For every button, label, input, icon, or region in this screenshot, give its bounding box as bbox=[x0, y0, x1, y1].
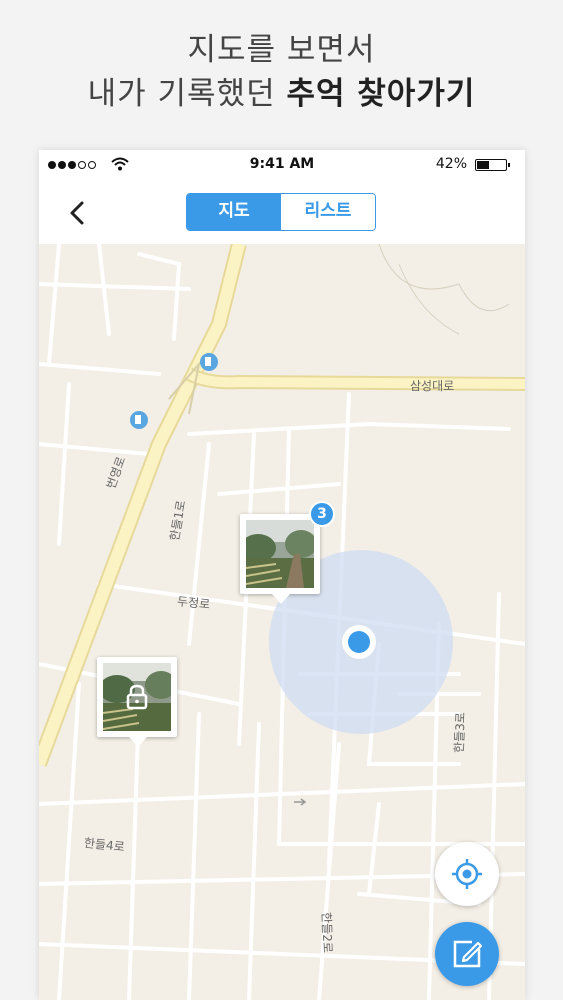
my-location-button[interactable] bbox=[435, 842, 499, 906]
promo-headline: 지도를 보면서 내가 기록했던 추억 찾아가기 bbox=[0, 28, 563, 116]
memory-pin[interactable]: 3 bbox=[240, 501, 335, 604]
nav-bar: 지도 리스트 bbox=[39, 180, 525, 244]
headline-line2-prefix: 내가 기록했던 bbox=[87, 76, 287, 112]
gas-station-icon bbox=[200, 353, 218, 371]
tab-map[interactable]: 지도 bbox=[187, 194, 281, 230]
write-memory-button[interactable] bbox=[435, 922, 499, 986]
road-label-samseong: 삼성대로 bbox=[410, 379, 455, 393]
headline-line2-bold: 추억 찾아가기 bbox=[286, 76, 476, 112]
status-bar: 9:41 AM 42% bbox=[39, 150, 525, 180]
tab-list[interactable]: 리스트 bbox=[281, 194, 375, 230]
memory-photo bbox=[246, 520, 314, 588]
lock-icon bbox=[126, 684, 148, 710]
battery-percent: 42% bbox=[435, 156, 467, 172]
chevron-left-icon[interactable] bbox=[63, 198, 93, 228]
battery-icon bbox=[475, 159, 510, 171]
memory-pin-locked[interactable] bbox=[97, 657, 177, 747]
road-label-handeul2: 한들2로 bbox=[319, 911, 335, 954]
road-label-dujeong: 두정로 bbox=[176, 594, 211, 612]
road-label-handeul3: 한들3로 bbox=[452, 711, 468, 754]
target-location-icon bbox=[452, 859, 482, 889]
headline-line2: 내가 기록했던 추억 찾아가기 bbox=[0, 72, 563, 116]
pin-count-badge: 3 bbox=[309, 501, 335, 527]
phone-screen: 9:41 AM 42% 지도 리스트 삼성대로 번영로 한들1로 두정로 한들3… bbox=[39, 150, 525, 1000]
edit-note-icon bbox=[453, 940, 483, 968]
gas-station-icon bbox=[130, 411, 148, 429]
view-toggle: 지도 리스트 bbox=[186, 193, 376, 231]
headline-line1: 지도를 보면서 bbox=[187, 32, 376, 68]
map-view[interactable]: 삼성대로 번영로 한들1로 두정로 한들3로 한들4로 한들2로 3 bbox=[39, 244, 525, 1000]
